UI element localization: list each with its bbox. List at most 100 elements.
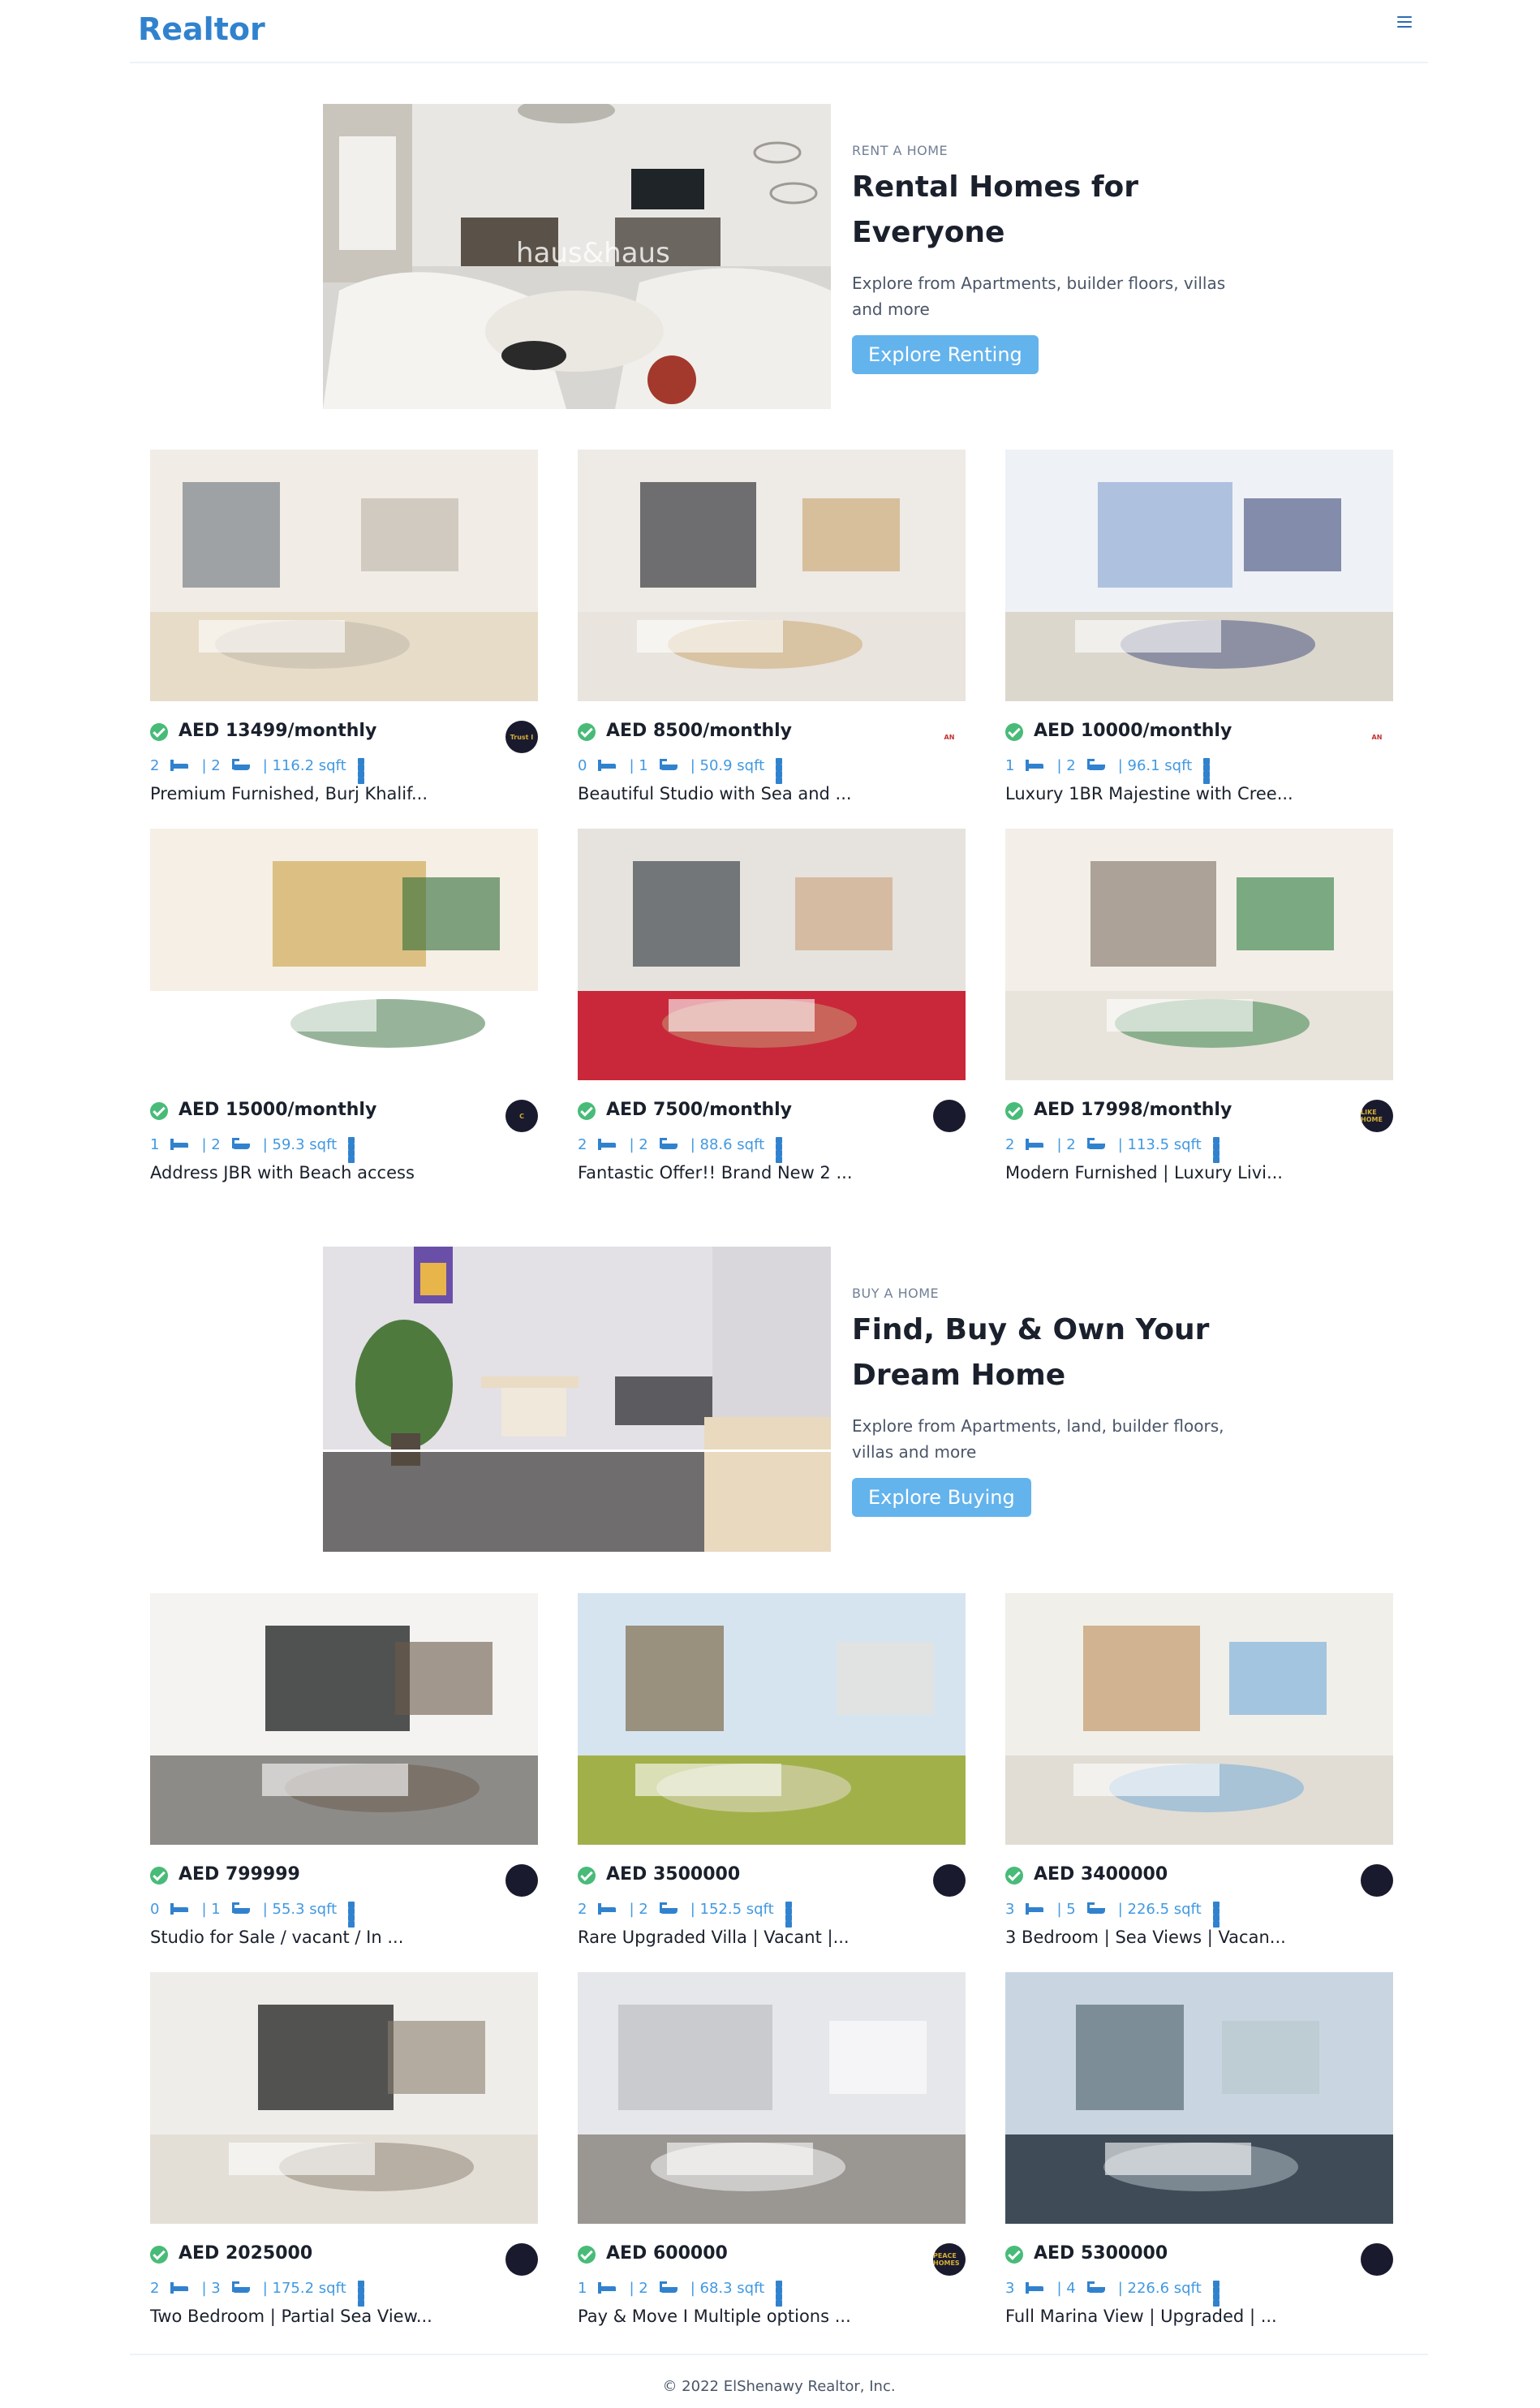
agency-logo	[1361, 2243, 1393, 2276]
listing-image[interactable]	[150, 450, 538, 701]
price-row: AED 3500000	[578, 1864, 966, 1897]
rent-banner: haus&haus RENT A HOME Rental Homes for Ev…	[323, 104, 1225, 409]
rent-banner-text: RENT A HOME Rental Homes for Everyone Exp…	[852, 143, 1241, 374]
area-value: | 68.3 sqft	[690, 2279, 765, 2297]
bath-icon	[1086, 1902, 1105, 1915]
agency-logo	[1361, 1864, 1393, 1897]
rent-banner-image: haus&haus	[323, 104, 831, 409]
listing-specs: 2 | 2 | 116.2 sqft	[150, 753, 385, 784]
rooms-count: 3	[1005, 1900, 1015, 1918]
listing-card[interactable]: AED 13499/monthly Trust I 2 | 2 | 116.2 …	[150, 450, 538, 815]
listing-image[interactable]	[578, 829, 966, 1080]
bath-icon	[659, 1902, 678, 1915]
area-grid-icon	[776, 1137, 790, 1163]
listing-title[interactable]: Full Marina View | Upgraded | ...	[1005, 2307, 1277, 2326]
rooms-count: 0	[150, 1900, 160, 1918]
listing-card[interactable]: AED 5300000 3 | 4 | 226.6 sqft Full Mari…	[1005, 1972, 1393, 2337]
bed-icon	[598, 760, 617, 771]
verified-check-icon	[1005, 1867, 1023, 1885]
verified-check-icon	[150, 1867, 168, 1885]
listing-title[interactable]: Rare Upgraded Villa | Vacant |...	[578, 1928, 850, 1947]
verified-check-icon	[578, 723, 596, 741]
listing-title[interactable]: Address JBR with Beach access	[150, 1163, 415, 1182]
listing-specs: 0 | 1 | 55.3 sqft	[150, 1897, 376, 1928]
hamburger-icon[interactable]	[1397, 16, 1412, 29]
listing-title[interactable]: Two Bedroom | Partial Sea View...	[150, 2307, 432, 2326]
footer: © 2022 ElShenawy Realtor, Inc.	[130, 2354, 1428, 2408]
agency-logo	[933, 1864, 966, 1897]
baths-count: | 2	[201, 756, 221, 774]
area-grid-icon	[357, 2281, 372, 2307]
listing-image[interactable]	[150, 1972, 538, 2224]
listing-card[interactable]: AED 17998/monthly LIKE HOME 2 | 2 | 113.…	[1005, 829, 1393, 1194]
listing-image[interactable]	[1005, 1972, 1393, 2224]
listing-card[interactable]: AED 799999 0 | 1 | 55.3 sqft Studio for …	[150, 1593, 538, 1958]
listing-specs: 2 | 2 | 113.5 sqft	[1005, 1132, 1241, 1163]
listing-specs: 2 | 3 | 175.2 sqft	[150, 2276, 385, 2307]
listing-specs: 1 | 2 | 59.3 sqft	[150, 1132, 376, 1163]
area-value: | 96.1 sqft	[1117, 756, 1193, 774]
bed-icon	[170, 760, 189, 771]
listing-card[interactable]: AED 7500/monthly 2 | 2 | 88.6 sqft Fanta…	[578, 829, 966, 1194]
explore-renting-button[interactable]: Explore Renting	[852, 335, 1039, 374]
haus-watermark: haus&haus	[516, 237, 670, 269]
listing-image[interactable]	[1005, 1593, 1393, 1845]
bed-icon	[170, 1139, 189, 1150]
listing-title[interactable]: Fantastic Offer!! Brand New 2 ...	[578, 1163, 853, 1182]
explore-buying-button[interactable]: Explore Buying	[852, 1478, 1031, 1517]
rooms-count: 2	[1005, 1135, 1015, 1153]
area-value: | 50.9 sqft	[690, 756, 765, 774]
listing-title[interactable]: Pay & Move I Multiple options ...	[578, 2307, 851, 2326]
listing-card[interactable]: AED 600000 PEACE HOMES 1 | 2 | 68.3 sqft…	[578, 1972, 966, 2337]
listing-image[interactable]	[578, 1972, 966, 2224]
verified-check-icon	[150, 2246, 168, 2264]
listing-card[interactable]: AED 10000/monthly AN 1 | 2 | 96.1 sqft L…	[1005, 450, 1393, 815]
listing-specs: 3 | 5 | 226.5 sqft	[1005, 1897, 1241, 1928]
listing-title[interactable]: Modern Furnished | Luxury Livi...	[1005, 1163, 1283, 1182]
listing-card[interactable]: AED 2025000 2 | 3 | 175.2 sqft Two Bedro…	[150, 1972, 538, 2337]
rooms-count: 3	[1005, 2279, 1015, 2297]
baths-count: | 2	[629, 2279, 648, 2297]
listing-title[interactable]: Premium Furnished, Burj Khalif...	[150, 784, 428, 803]
agency-logo: AN	[1361, 721, 1393, 753]
bath-icon	[1086, 2281, 1105, 2294]
listing-title[interactable]: Luxury 1BR Majestine with Cree...	[1005, 784, 1293, 803]
area-grid-icon	[357, 758, 372, 784]
bed-icon	[1026, 2282, 1044, 2294]
listing-specs: 2 | 2 | 152.5 sqft	[578, 1897, 813, 1928]
listing-card[interactable]: AED 3400000 3 | 5 | 226.5 sqft 3 Bedroom…	[1005, 1593, 1393, 1958]
agency-logo: AN	[933, 721, 966, 753]
agency-logo: Trust I	[505, 721, 538, 753]
bath-icon	[659, 1138, 678, 1151]
agency-logo	[933, 1100, 966, 1132]
rent-purpose: RENT A HOME	[852, 143, 949, 158]
listing-card[interactable]: AED 15000/monthly C 1 | 2 | 59.3 sqft Ad…	[150, 829, 538, 1194]
area-grid-icon	[776, 758, 790, 784]
listing-card[interactable]: AED 8500/monthly AN 0 | 1 | 50.9 sqft Be…	[578, 450, 966, 815]
area-grid-icon	[1203, 758, 1218, 784]
listing-image[interactable]	[1005, 450, 1393, 701]
verified-check-icon	[578, 1102, 596, 1120]
logo[interactable]: Realtor	[138, 11, 265, 47]
bed-icon	[598, 1903, 617, 1915]
listing-price: AED 15000/monthly	[179, 1100, 377, 1120]
bed-icon	[1026, 1139, 1044, 1150]
listing-image[interactable]	[1005, 829, 1393, 1080]
listing-title[interactable]: Beautiful Studio with Sea and ...	[578, 784, 852, 803]
baths-count: | 1	[629, 756, 648, 774]
listing-image[interactable]	[150, 829, 538, 1080]
listing-title[interactable]: 3 Bedroom | Sea Views | Vacan...	[1005, 1928, 1286, 1947]
bed-icon	[598, 2282, 617, 2294]
listing-image[interactable]	[150, 1593, 538, 1845]
listing-image[interactable]	[578, 1593, 966, 1845]
rooms-count: 0	[578, 756, 587, 774]
buy-desc: Explore from Apartments, land, builder f…	[852, 1416, 1224, 1462]
listing-price: AED 10000/monthly	[1034, 721, 1232, 741]
rooms-count: 1	[578, 2279, 587, 2297]
bath-icon	[231, 759, 250, 772]
listing-title[interactable]: Studio for Sale / vacant / In ...	[150, 1928, 403, 1947]
listing-image[interactable]	[578, 450, 966, 701]
bath-icon	[659, 759, 678, 772]
listing-card[interactable]: AED 3500000 2 | 2 | 152.5 sqft Rare Upgr…	[578, 1593, 966, 1958]
baths-count: | 2	[201, 1135, 221, 1153]
